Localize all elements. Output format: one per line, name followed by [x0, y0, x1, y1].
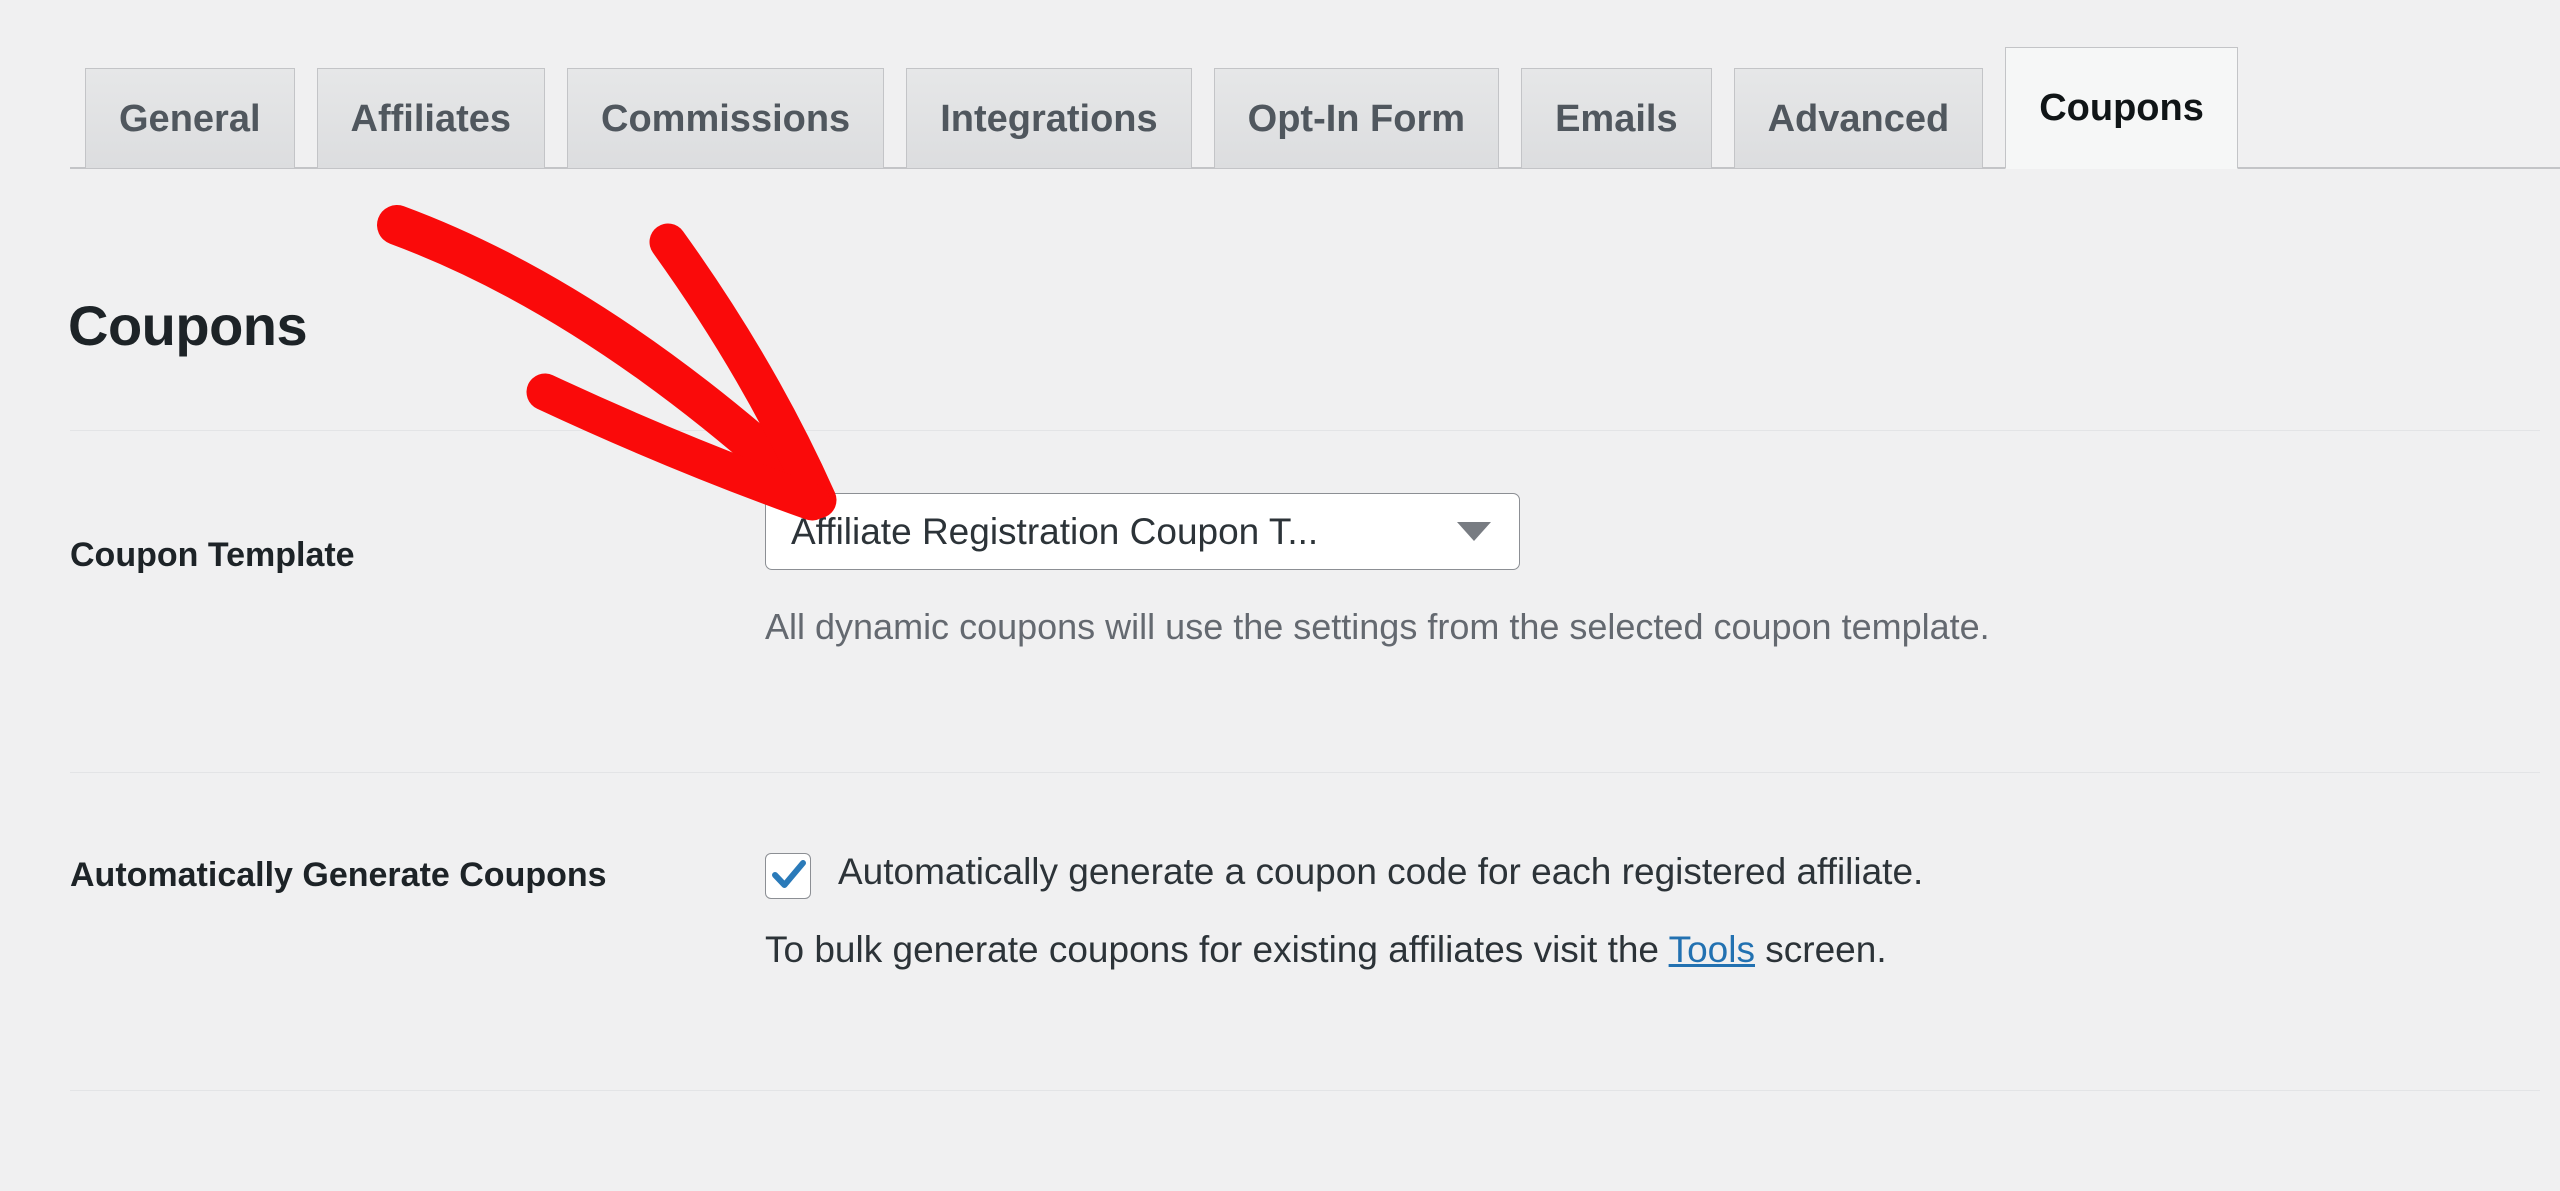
chevron-down-icon — [1457, 522, 1491, 541]
tab-affiliates[interactable]: Affiliates — [316, 68, 546, 168]
settings-tab-nav: General Affiliates Commissions Integrati… — [0, 0, 2560, 169]
bulk-generate-text: To bulk generate coupons for existing af… — [765, 927, 2540, 973]
coupon-template-select-wrap: Affiliate Registration Coupon T... — [765, 493, 1520, 570]
tab-list: General Affiliates Commissions Integrati… — [85, 47, 2260, 169]
coupon-template-help-text: All dynamic coupons will use the setting… — [765, 606, 1990, 647]
tab-label: Affiliates — [350, 97, 512, 140]
tab-label: Commissions — [601, 97, 851, 140]
coupon-template-selected-value: Affiliate Registration Coupon T... — [791, 510, 1319, 552]
auto-generate-field: Automatically generate a coupon code for… — [765, 773, 2540, 973]
bulk-generate-text-after: screen. — [1755, 929, 1887, 970]
auto-generate-label: Automatically Generate Coupons — [70, 856, 607, 894]
tab-advanced[interactable]: Advanced — [1733, 68, 1984, 168]
tab-emails[interactable]: Emails — [1521, 68, 1712, 168]
tab-label: General — [119, 97, 261, 140]
tab-label: Coupons — [2039, 87, 2204, 129]
auto-generate-checkbox-label: Automatically generate a coupon code for… — [838, 851, 1924, 892]
auto-generate-checkbox[interactable] — [765, 853, 811, 899]
coupon-template-field: Affiliate Registration Coupon T... All d… — [765, 431, 2540, 654]
coupon-template-label: Coupon Template — [70, 536, 355, 574]
settings-table-bottom-divider — [70, 1090, 2540, 1093]
tab-label: Advanced — [1767, 97, 1950, 140]
auto-generate-checkbox-line: Automatically generate a coupon code for… — [765, 849, 2540, 899]
setting-row-auto-generate: Automatically Generate Coupons Automatic… — [70, 772, 2540, 1090]
tab-opt-in-form[interactable]: Opt-In Form — [1213, 68, 1500, 168]
tab-label: Emails — [1555, 97, 1678, 140]
bulk-generate-text-before: To bulk generate coupons for existing af… — [765, 929, 1669, 970]
tab-commissions[interactable]: Commissions — [567, 68, 885, 168]
tab-label: Opt-In Form — [1247, 97, 1466, 140]
coupon-template-select[interactable]: Affiliate Registration Coupon T... — [765, 493, 1520, 570]
tab-label: Integrations — [940, 97, 1158, 140]
checkmark-icon — [772, 860, 806, 888]
tab-general[interactable]: General — [85, 68, 295, 168]
tab-coupons[interactable]: Coupons — [2005, 47, 2238, 169]
setting-row-coupon-template: Coupon Template Affiliate Registration C… — [70, 430, 2540, 772]
settings-form-table: Coupon Template Affiliate Registration C… — [70, 430, 2540, 1093]
tools-link[interactable]: Tools — [1669, 929, 1755, 970]
page-title: Coupons — [68, 293, 308, 357]
tab-integrations[interactable]: Integrations — [906, 68, 1192, 168]
